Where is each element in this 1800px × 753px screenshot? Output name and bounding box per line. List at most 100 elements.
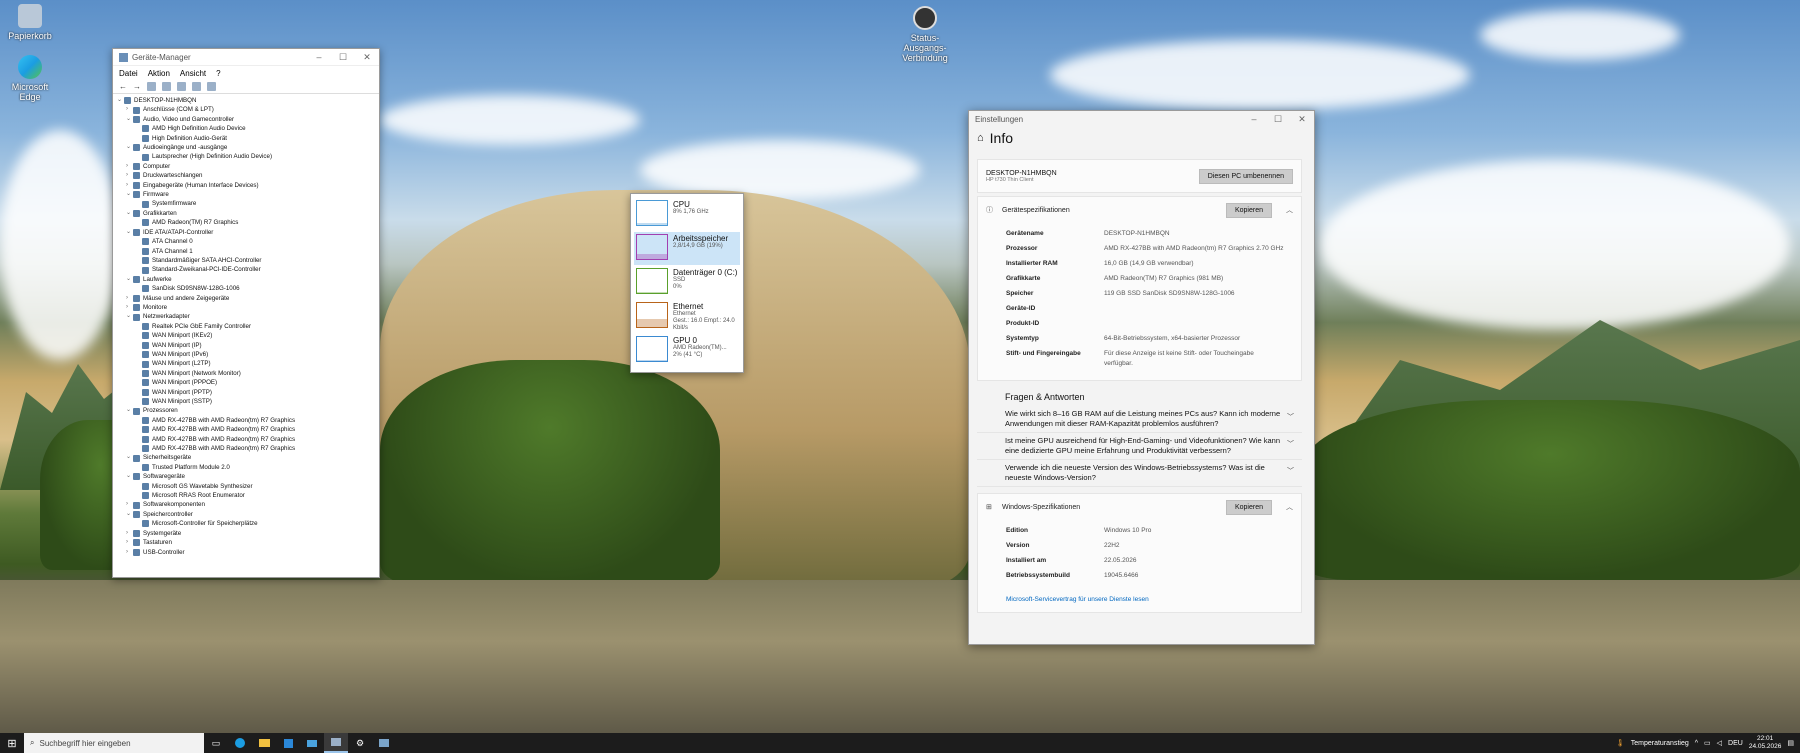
search-box[interactable]: ⌕ Suchbegriff hier eingeben [24,733,204,753]
chevron-right-icon[interactable]: › [126,181,133,190]
device-tree-item[interactable]: Trusted Platform Module 2.0 [117,463,375,472]
close-icon[interactable]: ✕ [1290,114,1314,125]
volume-icon[interactable]: ◁ [1717,739,1722,747]
device-tree-item[interactable]: › Eingabegeräte (Human Interface Devices) [117,181,375,190]
device-specs-header[interactable]: ⓘ Gerätespezifikationen Kopieren ︿ [978,197,1301,223]
chevron-down-icon[interactable]: ⌄ [126,406,133,415]
chevron-right-icon[interactable]: › [126,529,133,538]
chevron-down-icon[interactable]: ﹀ [1287,409,1294,423]
device-tree-item[interactable]: › Monitore [117,303,375,312]
scan-hardware-icon[interactable] [192,82,201,91]
device-tree-item[interactable]: WAN Miniport (L2TP) [117,359,375,368]
perf-item-ethernet[interactable]: Ethernet Ethernet Gest.: 16.0 Empf.: 24.0 … [634,300,740,333]
properties-icon[interactable] [147,82,156,91]
faq-item[interactable]: Wie wirkt sich 8–16 GB RAM auf die Leist… [977,406,1302,433]
device-tree-item[interactable]: › Druckwarteschlangen [117,171,375,180]
store-icon[interactable] [276,733,300,753]
device-tree-item[interactable]: AMD RX-427BB with AMD Radeon(tm) R7 Grap… [117,416,375,425]
menu-item-aktion[interactable]: Aktion [148,69,170,78]
windows-specs-header[interactable]: ⊞ Windows-Spezifikationen Kopieren ︿ [978,494,1301,520]
menu-item-ansicht[interactable]: Ansicht [180,69,206,78]
copy-device-specs-button[interactable]: Kopieren [1225,202,1272,218]
device-tree-item[interactable]: ⌄ DESKTOP-N1HMBQN [117,96,375,105]
chevron-down-icon[interactable]: ﹀ [1287,436,1294,450]
chevron-down-icon[interactable]: ⌄ [126,312,133,321]
chevron-right-icon[interactable]: › [126,303,133,312]
status-connection-icon[interactable]: Status-Ausgangs-Verbindung [895,6,955,63]
perf-item-datentr-ger-0-c-[interactable]: Datenträger 0 (C:) SSD 0% [634,266,740,299]
perf-item-cpu[interactable]: CPU 8% 1,76 GHz [634,198,740,231]
chevron-down-icon[interactable]: ⌄ [126,275,133,284]
device-tree-item[interactable]: AMD High Definition Audio Device [117,124,375,133]
chevron-down-icon[interactable]: ﹀ [1287,463,1294,477]
forward-arrow-icon[interactable]: → [133,82,141,91]
chevron-down-icon[interactable]: ⌄ [126,453,133,462]
device-tree-item[interactable]: › Anschlüsse (COM & LPT) [117,105,375,114]
device-tree-item[interactable]: › Mäuse und andere Zeigegeräte [117,294,375,303]
device-tree-item[interactable]: WAN Miniport (SSTP) [117,397,375,406]
device-tree-item[interactable]: Microsoft RRAS Root Enumerator [117,491,375,500]
chevron-up-icon[interactable]: ︿ [1286,205,1293,215]
device-tree-item[interactable]: Microsoft GS Wavetable Synthesizer [117,482,375,491]
thermometer-icon[interactable]: 🌡 [1616,739,1625,747]
device-tree-item[interactable]: AMD Radeon(TM) R7 Graphics [117,218,375,227]
device-tree-item[interactable]: WAN Miniport (IPv6) [117,350,375,359]
maximize-icon[interactable]: ☐ [1266,114,1290,125]
chevron-down-icon[interactable]: ⌄ [126,510,133,519]
settings-gear-icon[interactable]: ⚙ [348,733,372,753]
device-tree-item[interactable]: WAN Miniport (Network Monitor) [117,369,375,378]
device-tree-item[interactable]: › USB-Controller [117,548,375,557]
chevron-right-icon[interactable]: › [126,171,133,180]
device-tree-item[interactable]: › Tastaturen [117,538,375,547]
chevron-down-icon[interactable]: ⌄ [126,115,133,124]
service-agreement-link[interactable]: Microsoft-Servicevertrag für unsere Dien… [1006,596,1149,603]
perf-item-arbeitsspeicher[interactable]: Arbeitsspeicher 2,8/14,9 GB (19%) [634,232,740,265]
device-tree-item[interactable]: AMD RX-427BB with AMD Radeon(tm) R7 Grap… [117,425,375,434]
device-manager-titlebar[interactable]: Geräte-Manager – ☐ ✕ [113,49,379,66]
weather-text[interactable]: Temperaturanstieg [1631,740,1689,747]
clock[interactable]: 22:01 24.05.2026 [1749,735,1782,751]
language-indicator[interactable]: DEU [1728,740,1743,747]
start-button[interactable]: ⊞ [0,733,24,753]
task-view-icon[interactable]: ▭ [204,733,228,753]
network-icon[interactable]: ▭ [1704,739,1711,747]
device-tree-item[interactable]: High Definition Audio-Gerät [117,134,375,143]
device-tree-item[interactable]: ⌄ IDE ATA/ATAPI-Controller [117,228,375,237]
device-tree-item[interactable]: ⌄ Audioeingänge und -ausgänge [117,143,375,152]
device-tree-item[interactable]: AMD RX-427BB with AMD Radeon(tm) R7 Grap… [117,435,375,444]
chevron-right-icon[interactable]: › [126,548,133,557]
device-tree-item[interactable]: SanDisk SD9SN8W-128G-1006 [117,284,375,293]
back-arrow-icon[interactable]: ← [119,82,127,91]
device-tree-item[interactable]: ⌄ Firmware [117,190,375,199]
menu-item-datei[interactable]: Datei [119,69,138,78]
chevron-right-icon[interactable]: › [126,500,133,509]
device-tree-item[interactable]: ⌄ Prozessoren [117,406,375,415]
device-tree-item[interactable]: ⌄ Audio, Video und Gamecontroller [117,115,375,124]
chevron-down-icon[interactable]: ⌄ [126,228,133,237]
notification-icon[interactable]: ▤ [1787,739,1794,747]
rename-pc-button[interactable]: Diesen PC umbenennen [1198,168,1293,184]
device-tree-item[interactable]: WAN Miniport (PPPOE) [117,378,375,387]
menu-item-help[interactable]: ? [216,69,220,78]
perf-item-gpu-0[interactable]: GPU 0 AMD Radeon(TM)... 2% (41 °C) [634,334,740,367]
faq-item[interactable]: Verwende ich die neueste Version des Win… [977,460,1302,487]
device-tree-item[interactable]: ATA Channel 1 [117,247,375,256]
task-manager-taskbar-icon[interactable] [372,733,396,753]
chevron-down-icon[interactable]: ⌄ [126,190,133,199]
device-tree-item[interactable]: › Softwarekomponenten [117,500,375,509]
device-tree-item[interactable]: ATA Channel 0 [117,237,375,246]
faq-item[interactable]: Ist meine GPU ausreichend für High-End-G… [977,433,1302,460]
device-tree-item[interactable]: ⌄ Laufwerke [117,275,375,284]
edge-taskbar-icon[interactable] [228,733,252,753]
copy-windows-specs-button[interactable]: Kopieren [1225,499,1272,515]
device-tree-item[interactable]: Standard-Zweikanal-PCI-IDE-Controller [117,265,375,274]
home-icon[interactable]: ⌂ [977,132,984,144]
device-tree-item[interactable]: ⌄ Grafikkarten [117,209,375,218]
chevron-right-icon[interactable]: › [126,105,133,114]
chevron-down-icon[interactable]: ⌄ [117,96,124,105]
device-tree-item[interactable]: Systemfirmware [117,199,375,208]
device-tree-item[interactable]: Standardmäßiger SATA AHCI-Controller [117,256,375,265]
device-tree-item[interactable]: ⌄ Softwaregeräte [117,472,375,481]
device-tree-item[interactable]: Lautsprecher (High Definition Audio Devi… [117,152,375,161]
file-explorer-icon[interactable] [252,733,276,753]
